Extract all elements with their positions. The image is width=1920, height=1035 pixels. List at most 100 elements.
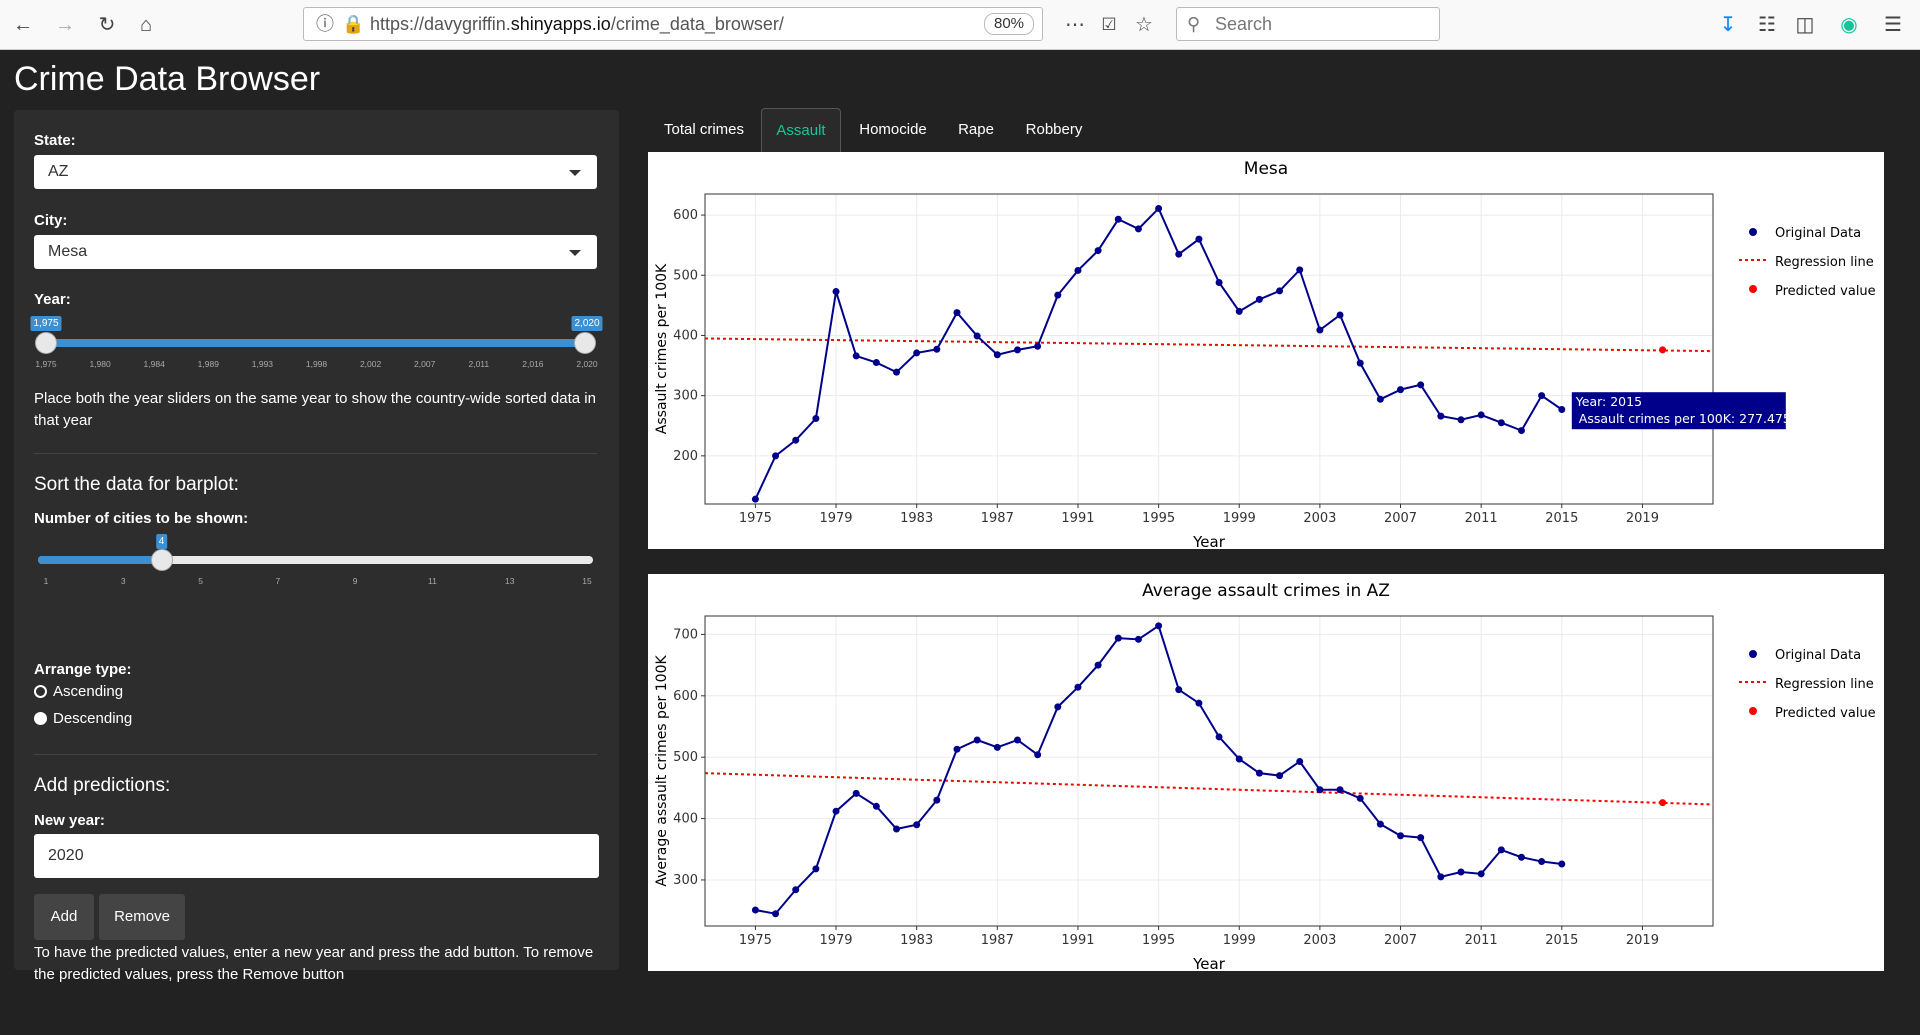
data-point: [1114, 215, 1122, 223]
data-point: [1457, 868, 1465, 876]
sort-header: Sort the data for barplot:: [34, 474, 239, 495]
data-point: [973, 332, 981, 340]
legend-regression-label: Regression line: [1775, 255, 1874, 270]
data-point: [1134, 225, 1142, 233]
legend-original-label: Original Data: [1775, 226, 1861, 241]
tab-robbery[interactable]: Robbery: [1009, 108, 1099, 152]
remove-button[interactable]: Remove: [99, 894, 185, 940]
data-point: [1538, 858, 1546, 866]
pred-help-text: To have the predicted values, enter a ne…: [34, 944, 594, 983]
chart-svg: 1975 1979 1983 1987 1991 1995 1999 2003 2007 2011…: [654, 581, 1876, 973]
chart-title: Mesa: [1244, 159, 1288, 179]
data-point: [1437, 873, 1445, 881]
search-icon: ⚲: [1187, 14, 1201, 34]
search-input[interactable]: ⚲ Search: [1176, 7, 1440, 41]
new-year-input[interactable]: [34, 834, 599, 878]
city-label: City:: [34, 212, 68, 229]
radio-ascending-circle[interactable]: [34, 685, 47, 698]
x-tick-label: 1995: [1142, 511, 1175, 526]
tab-total-crimes[interactable]: Total crimes: [648, 108, 760, 152]
radio-descending[interactable]: Descending: [34, 710, 132, 727]
sidebar-icon[interactable]: ◫: [1790, 10, 1820, 40]
data-point: [772, 910, 780, 918]
x-tick-label: 1975: [739, 933, 772, 948]
x-tick-label: 1983: [900, 511, 933, 526]
num-cities-slider[interactable]: [38, 549, 593, 571]
x-tick-label: 2007: [1384, 933, 1417, 948]
data-point: [1054, 703, 1062, 711]
data-point: [812, 415, 820, 423]
reload-icon[interactable]: ↻: [92, 10, 122, 40]
data-point: [1477, 870, 1485, 878]
slider-tick-label: 2,002: [359, 359, 382, 369]
radio-descending-label: Descending: [53, 710, 133, 727]
year-range-slider[interactable]: [35, 332, 596, 354]
data-point: [933, 796, 941, 804]
tab-rape[interactable]: Rape: [945, 108, 1007, 152]
data-point: [872, 359, 880, 367]
data-point: [1356, 359, 1364, 367]
forward-icon[interactable]: →: [50, 10, 80, 40]
legend-original-marker: [1749, 650, 1757, 658]
library-icon[interactable]: ☷: [1752, 10, 1782, 40]
data-point: [1276, 287, 1284, 295]
more-icon[interactable]: ⋯: [1060, 10, 1090, 40]
zoom-level[interactable]: 80%: [984, 13, 1034, 35]
x-tick-label: 2019: [1626, 511, 1659, 526]
tab-assault[interactable]: Assault: [761, 108, 841, 152]
x-tick-label: 2015: [1545, 511, 1578, 526]
data-point: [751, 906, 759, 914]
year-min-handle[interactable]: [35, 332, 57, 354]
menu-icon[interactable]: ☰: [1878, 10, 1908, 40]
data-point: [1397, 386, 1405, 394]
slider-tick-label: 3: [120, 576, 126, 586]
legend-regression-label: Regression line: [1775, 677, 1874, 692]
data-point: [1336, 311, 1344, 319]
info-icon[interactable]: ⓘ: [316, 8, 334, 40]
x-tick-label: 1979: [819, 511, 852, 526]
data-point: [792, 436, 800, 444]
data-point: [1376, 395, 1384, 403]
pocket-icon[interactable]: ☑: [1094, 10, 1124, 40]
data-point: [772, 452, 780, 460]
bookmark-star-icon[interactable]: ☆: [1129, 10, 1159, 40]
num-cities-handle[interactable]: [150, 549, 173, 571]
grammarly-icon[interactable]: ◉: [1834, 10, 1864, 40]
legend-original-marker: [1749, 228, 1757, 236]
scrollbar[interactable]: [1902, 100, 1920, 1035]
slider-tick-label: 1,989: [197, 359, 219, 369]
data-point: [1296, 266, 1304, 274]
address-bar[interactable]: ⓘ 🔒 https://davygriffin.shinyapps.io/cri…: [303, 7, 1043, 41]
legend-predicted-label: Predicted value: [1775, 706, 1876, 721]
slider-tick-label: 1,984: [143, 359, 165, 369]
home-icon[interactable]: ⌂: [131, 10, 161, 40]
x-tick-label: 1991: [1061, 511, 1094, 526]
x-tick-label: 1975: [739, 511, 772, 526]
x-tick-label: 1995: [1142, 933, 1175, 948]
slider-tick-label: 1,993: [251, 359, 274, 369]
back-icon[interactable]: ←: [8, 10, 38, 40]
data-point: [893, 825, 901, 833]
data-point: [973, 736, 981, 744]
add-button[interactable]: Add: [34, 894, 94, 940]
radio-descending-circle[interactable]: [34, 712, 47, 725]
slider-tick-label: 13: [504, 576, 515, 586]
data-point: [1255, 769, 1263, 777]
y-tick-label: 400: [673, 812, 698, 827]
year-max-handle[interactable]: [574, 332, 596, 354]
radio-ascending[interactable]: Ascending: [34, 683, 123, 700]
data-point: [1316, 326, 1324, 334]
y-tick-label: 500: [673, 268, 698, 283]
city-select[interactable]: Mesa: [34, 235, 597, 269]
sidebar-panel: State: AZ City: Mesa Year: 1,975 2,020 1…: [14, 110, 619, 983]
y-axis-label: Assault crimes per 100K: [654, 263, 670, 434]
slider-tick-label: 15: [582, 576, 592, 586]
x-tick-label: 2011: [1465, 511, 1498, 526]
tab-homocide[interactable]: Homocide: [843, 108, 943, 152]
download-icon[interactable]: ↧: [1713, 10, 1743, 40]
data-point: [1517, 853, 1525, 861]
data-point: [1417, 381, 1425, 389]
slider-tick-label: 11: [428, 576, 437, 586]
state-label: State:: [34, 132, 76, 149]
state-select[interactable]: AZ: [34, 155, 597, 189]
